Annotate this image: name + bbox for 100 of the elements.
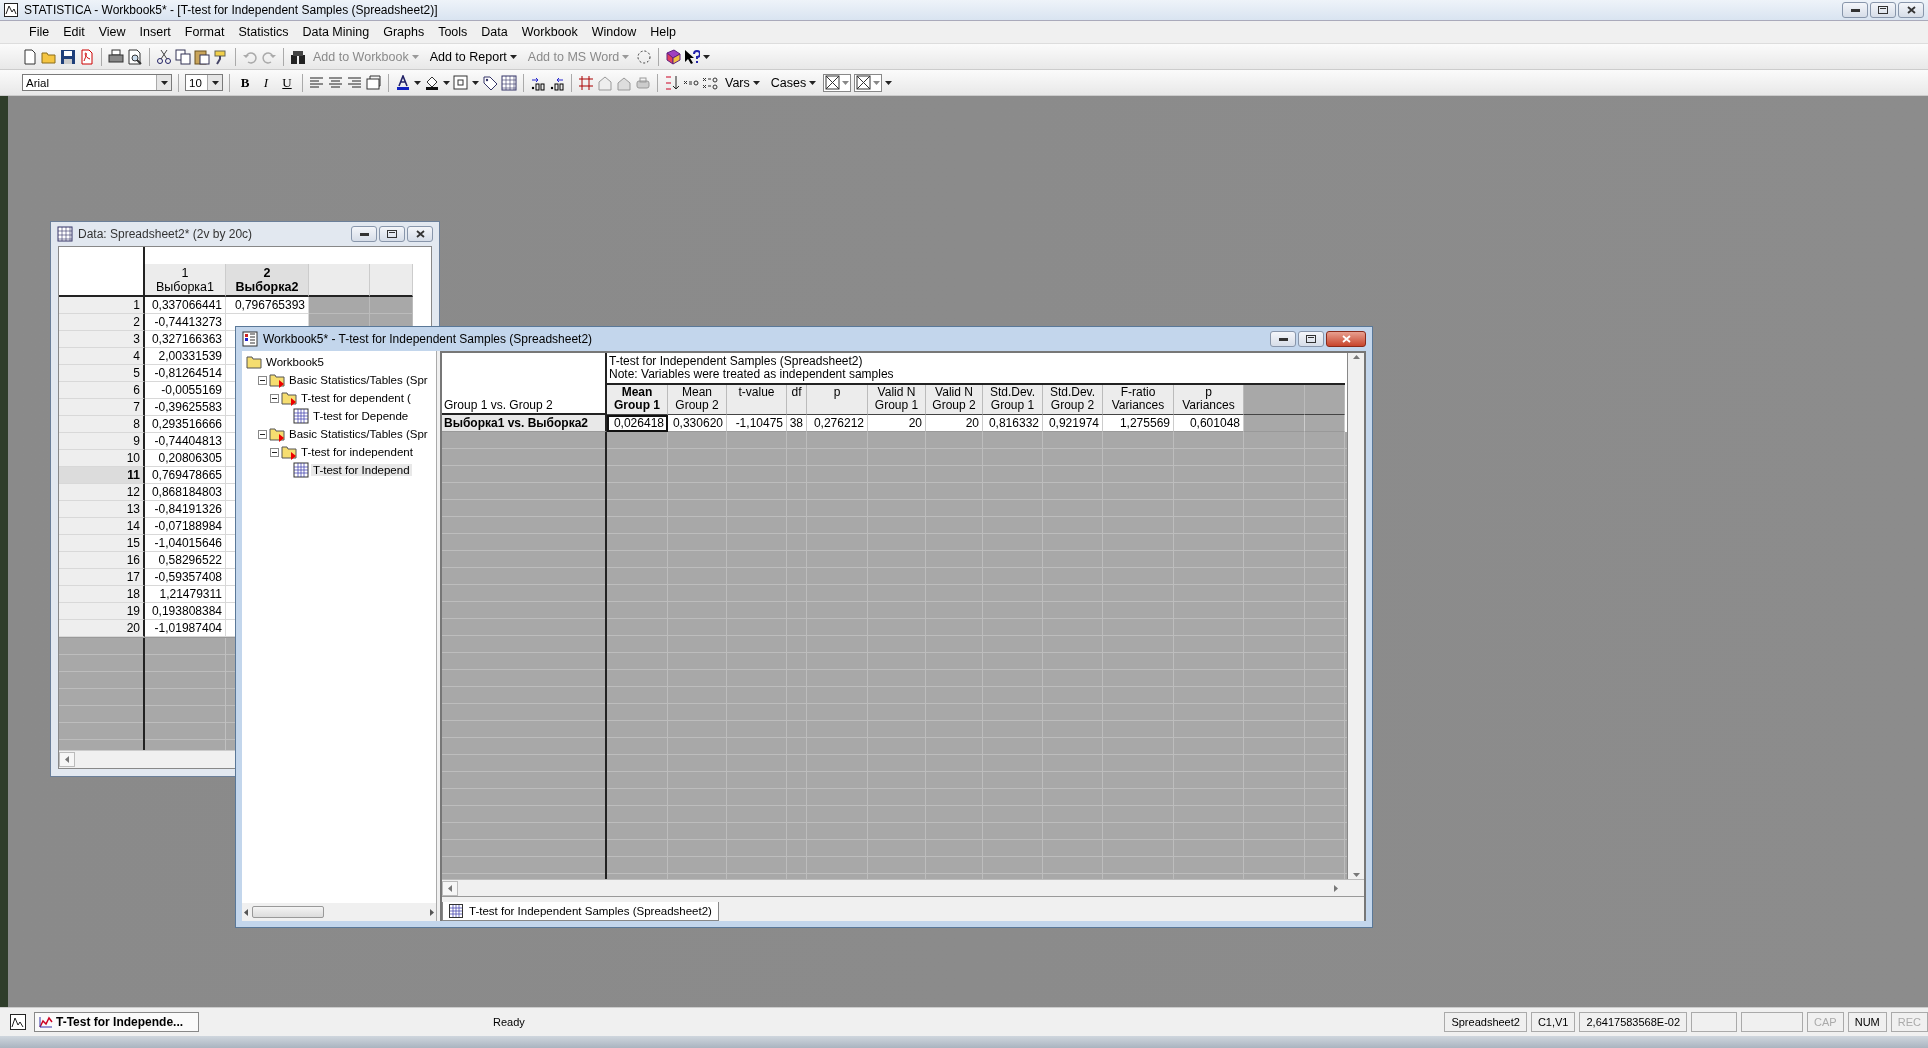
align-left-icon[interactable] bbox=[309, 74, 325, 91]
selection-icon[interactable] bbox=[636, 48, 653, 65]
print-preview-icon[interactable] bbox=[127, 48, 143, 65]
grid-icon[interactable] bbox=[501, 74, 517, 91]
column-header[interactable]: F-ratio Variances bbox=[1103, 385, 1174, 415]
row-header[interactable]: 17 bbox=[59, 569, 145, 586]
menu-item[interactable]: Format bbox=[177, 23, 232, 41]
bold-button[interactable]: B bbox=[236, 73, 254, 92]
sheet-tab[interactable]: T-test for Independent Samples (Spreadsheet2) bbox=[442, 902, 719, 921]
collapse-icon[interactable] bbox=[258, 429, 267, 439]
row-header[interactable]: Выборка1 vs. Выборка2 bbox=[442, 415, 607, 432]
table-cell[interactable]: -1,10475 bbox=[727, 415, 787, 432]
menu-item[interactable]: Help bbox=[643, 23, 683, 41]
table-cell[interactable]: 0,330620 bbox=[668, 415, 727, 432]
table-lines-icon[interactable] bbox=[578, 74, 594, 91]
tree-item[interactable]: T-test for Independ bbox=[311, 464, 412, 476]
column-header[interactable]: p bbox=[807, 385, 868, 415]
row-header[interactable]: 4 bbox=[59, 348, 145, 365]
menu-item[interactable]: Insert bbox=[132, 23, 178, 41]
menu-item[interactable]: Edit bbox=[56, 23, 92, 41]
row-header[interactable]: 3 bbox=[59, 331, 145, 348]
row-header[interactable]: 7 bbox=[59, 399, 145, 416]
matrix-formula-icon[interactable] bbox=[702, 74, 718, 91]
tree-item[interactable]: T-test for Depende bbox=[311, 410, 411, 422]
close-button[interactable] bbox=[1326, 331, 1366, 347]
row-header[interactable]: 18 bbox=[59, 586, 145, 603]
menu-item[interactable]: File bbox=[22, 23, 57, 41]
paste-icon[interactable] bbox=[194, 48, 210, 65]
table-cell[interactable]: 1,275569 bbox=[1103, 415, 1174, 432]
font-size-field[interactable]: 10 bbox=[185, 74, 223, 91]
table-cell[interactable]: 20 bbox=[926, 415, 983, 432]
column-header[interactable]: Mean Group 2 bbox=[668, 385, 727, 415]
italic-button[interactable]: I bbox=[257, 73, 275, 92]
menu-item[interactable]: Data bbox=[474, 23, 515, 41]
cut-icon[interactable] bbox=[156, 48, 172, 65]
column-header[interactable]: 2 Выборка2 bbox=[226, 264, 309, 297]
restore-button[interactable] bbox=[1870, 2, 1896, 18]
collapse-icon[interactable] bbox=[270, 393, 279, 403]
table-cell[interactable]: 20 bbox=[868, 415, 926, 432]
row-header[interactable]: 16 bbox=[59, 552, 145, 569]
toolbar-menu-button[interactable]: Cases bbox=[766, 73, 821, 92]
cell-format-icon[interactable] bbox=[366, 74, 382, 91]
row-header[interactable]: 6 bbox=[59, 382, 145, 399]
table-cell[interactable]: 0,026418 bbox=[607, 415, 668, 432]
scroll-right-icon[interactable] bbox=[1334, 884, 1338, 892]
toolbar-menu-button[interactable]: Vars bbox=[721, 73, 764, 92]
align-right-icon[interactable] bbox=[347, 74, 363, 91]
row-header[interactable]: 10 bbox=[59, 450, 145, 467]
minimize-button[interactable] bbox=[351, 226, 377, 242]
tree-item[interactable]: Workbook5 bbox=[264, 356, 326, 368]
scroll-left-icon[interactable] bbox=[448, 884, 452, 892]
menu-item[interactable]: Tools bbox=[431, 23, 475, 41]
app-icon[interactable] bbox=[10, 1014, 26, 1030]
column-header[interactable]: t-value bbox=[727, 385, 787, 415]
row-header[interactable]: 5 bbox=[59, 365, 145, 382]
task-button[interactable]: T-Test for Independe... bbox=[34, 1012, 199, 1032]
collapse-icon[interactable] bbox=[258, 375, 267, 385]
align-center-icon[interactable] bbox=[328, 74, 344, 91]
dropdown-field[interactable] bbox=[823, 73, 852, 92]
column-header[interactable]: Std.Dev. Group 1 bbox=[983, 385, 1043, 415]
dropdown-field[interactable] bbox=[854, 73, 883, 92]
menu-item[interactable]: Window bbox=[584, 23, 644, 41]
close-button[interactable] bbox=[1898, 2, 1924, 18]
sort-icon[interactable] bbox=[664, 74, 680, 91]
menu-item[interactable]: View bbox=[91, 23, 133, 41]
row-header[interactable]: 19 bbox=[59, 603, 145, 620]
binoculars-icon[interactable] bbox=[290, 48, 306, 65]
print-icon[interactable] bbox=[108, 48, 124, 65]
tree-item[interactable]: Basic Statistics/Tables (Spr bbox=[287, 374, 430, 386]
menu-item[interactable]: Workbook bbox=[514, 23, 585, 41]
row-header[interactable]: 12 bbox=[59, 484, 145, 501]
column-header[interactable]: p Variances bbox=[1174, 385, 1244, 415]
table-cell[interactable]: 0,921974 bbox=[1043, 415, 1103, 432]
row-header[interactable]: 13 bbox=[59, 501, 145, 518]
minimize-button[interactable] bbox=[1842, 2, 1868, 18]
book-icon[interactable] bbox=[665, 48, 682, 65]
collapse-icon[interactable] bbox=[270, 447, 279, 457]
scroll-right-icon[interactable] bbox=[430, 908, 434, 916]
column-header[interactable]: Valid N Group 2 bbox=[926, 385, 983, 415]
table-cell[interactable]: 0,601048 bbox=[1174, 415, 1244, 432]
underline-button[interactable]: U bbox=[278, 73, 296, 92]
border-icon[interactable] bbox=[453, 74, 469, 91]
column-header[interactable]: Valid N Group 1 bbox=[868, 385, 926, 415]
copy-icon[interactable] bbox=[175, 48, 191, 65]
restore-button[interactable] bbox=[1298, 331, 1324, 347]
close-button[interactable] bbox=[407, 226, 433, 242]
overflow-caret-icon[interactable] bbox=[885, 80, 893, 85]
row-header[interactable]: 15 bbox=[59, 535, 145, 552]
tree-item[interactable]: T-test for dependent ( bbox=[299, 392, 413, 404]
menu-item[interactable]: Data Mining bbox=[295, 23, 377, 41]
tree-item[interactable]: T-test for independent bbox=[299, 446, 415, 458]
row-header[interactable]: 2 bbox=[59, 314, 145, 331]
row-header[interactable]: 1 bbox=[59, 297, 145, 314]
new-file-icon[interactable] bbox=[22, 48, 38, 65]
help-pointer-icon[interactable] bbox=[684, 48, 701, 65]
toolbar-button[interactable]: Add to Report bbox=[425, 47, 521, 66]
pdf-icon[interactable] bbox=[79, 48, 95, 65]
row-header[interactable]: 20 bbox=[59, 620, 145, 637]
row-header[interactable]: 8 bbox=[59, 416, 145, 433]
format-painter-icon[interactable] bbox=[213, 48, 229, 65]
